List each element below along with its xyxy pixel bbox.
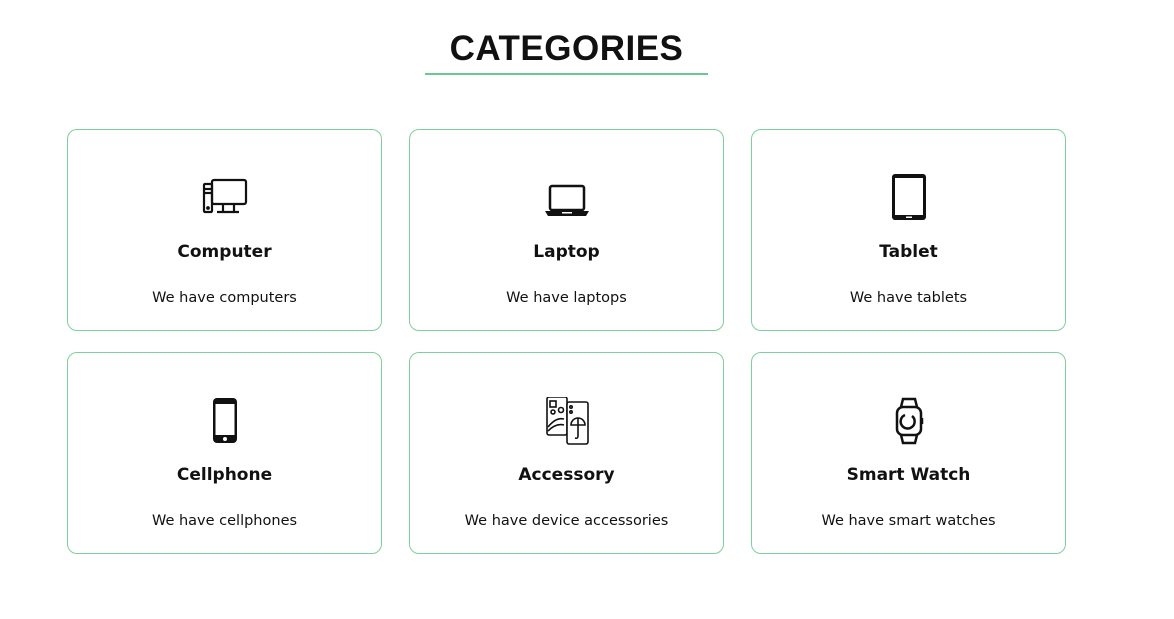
category-description: We have computers — [152, 290, 297, 306]
category-description: We have device accessories — [464, 513, 669, 529]
category-card-smart-watch[interactable]: Smart Watch We have smart watches — [751, 352, 1066, 554]
category-title: Tablet — [879, 242, 938, 262]
tablet-icon — [891, 174, 926, 220]
title-underline — [425, 73, 708, 75]
phone-case-accessory-icon — [545, 397, 589, 445]
page-title: CATEGORIES — [449, 29, 684, 68]
category-card-laptop[interactable]: Laptop We have laptops — [409, 129, 724, 331]
category-description: We have tablets — [849, 290, 968, 306]
category-title: Computer — [177, 242, 272, 262]
category-description: We have smart watches — [821, 513, 996, 529]
category-card-accessory[interactable]: Accessory We have device accessories — [409, 352, 724, 554]
category-card-computer[interactable]: Computer We have computers — [67, 129, 382, 331]
category-title: Cellphone — [176, 465, 273, 485]
smart-watch-icon — [895, 397, 923, 445]
desktop-computer-icon — [202, 178, 247, 214]
category-description: We have cellphones — [151, 513, 298, 529]
category-description: We have laptops — [506, 290, 627, 306]
category-card-tablet[interactable]: Tablet We have tablets — [751, 129, 1066, 331]
category-title: Accessory — [518, 465, 615, 485]
category-card-cellphone[interactable]: Cellphone We have cellphones — [67, 352, 382, 554]
category-title: Laptop — [533, 242, 600, 262]
laptop-icon — [544, 184, 589, 216]
cellphone-icon — [212, 398, 237, 443]
category-title: Smart Watch — [846, 465, 971, 485]
